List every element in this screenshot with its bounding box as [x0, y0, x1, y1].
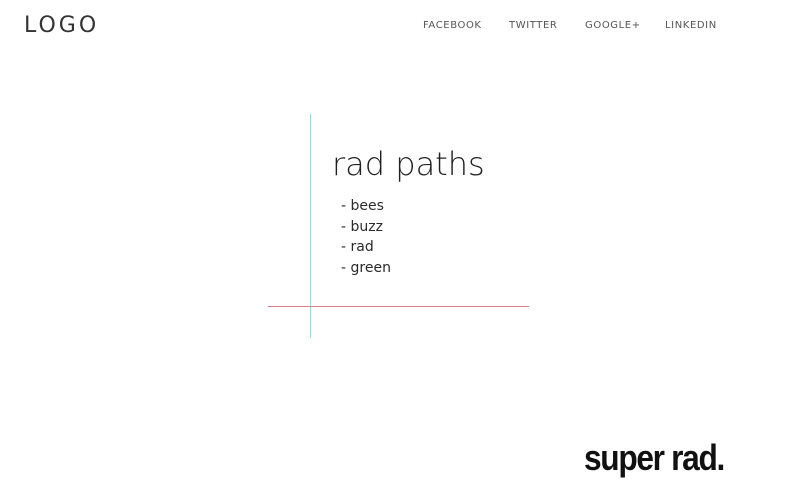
- vertical-accent-line: [310, 114, 311, 338]
- paths-list: - bees - buzz - rad - green: [341, 196, 391, 279]
- nav-link-google-plus[interactable]: GOOGLE+: [585, 19, 641, 33]
- nav-link-linkedin[interactable]: LINKEDIN: [665, 19, 717, 33]
- list-item: - rad: [341, 239, 374, 256]
- list-item: - green: [341, 260, 391, 277]
- top-nav: FACEBOOK TWITTER GOOGLE+ LINKEDIN: [0, 19, 794, 35]
- horizontal-accent-line: [268, 306, 529, 307]
- list-item: - buzz: [341, 218, 383, 235]
- nav-link-facebook[interactable]: FACEBOOK: [423, 19, 482, 33]
- page-title: rad paths: [332, 145, 485, 183]
- nav-link-twitter[interactable]: TWITTER: [509, 19, 557, 33]
- tagline: super rad.: [584, 437, 725, 478]
- list-item: - bees: [341, 198, 384, 214]
